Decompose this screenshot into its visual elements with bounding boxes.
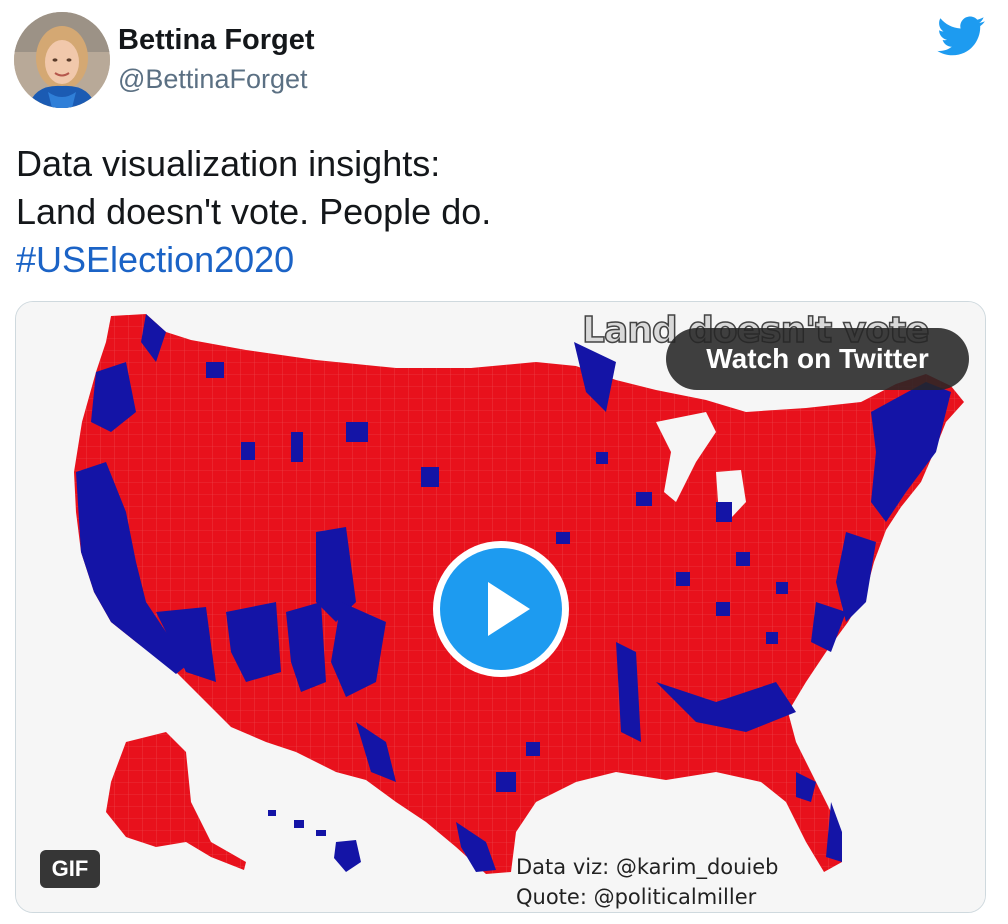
gif-media[interactable]: Land doesn't vote Watch on Twitter GIF D… xyxy=(15,301,986,913)
watch-on-twitter-button[interactable]: Watch on Twitter xyxy=(666,328,969,390)
author-name[interactable]: Bettina Forget xyxy=(118,24,315,57)
author-avatar[interactable] xyxy=(14,12,110,108)
hashtag-link[interactable]: #USElection2020 xyxy=(16,236,491,284)
gif-badge: GIF xyxy=(40,850,100,888)
author-handle[interactable]: @BettinaForget xyxy=(118,64,308,95)
tweet-text-line: Land doesn't vote. People do. xyxy=(16,191,492,232)
tweet-text-line: Data visualization insights: xyxy=(16,143,441,184)
avatar-photo-icon xyxy=(14,12,110,108)
play-button[interactable] xyxy=(433,541,569,677)
media-credits: Data viz: @karim_douieb Quote: @politica… xyxy=(516,852,779,912)
tweet-text: Data visualization insights: Land doesn'… xyxy=(16,140,491,284)
twitter-bird-icon[interactable] xyxy=(936,16,986,58)
credit-line: Quote: @politicalmiller xyxy=(516,885,757,909)
tweet-card: Bettina Forget @BettinaForget Data visua… xyxy=(0,0,1008,924)
credit-line: Data viz: @karim_douieb xyxy=(516,855,779,879)
play-icon xyxy=(440,548,562,670)
